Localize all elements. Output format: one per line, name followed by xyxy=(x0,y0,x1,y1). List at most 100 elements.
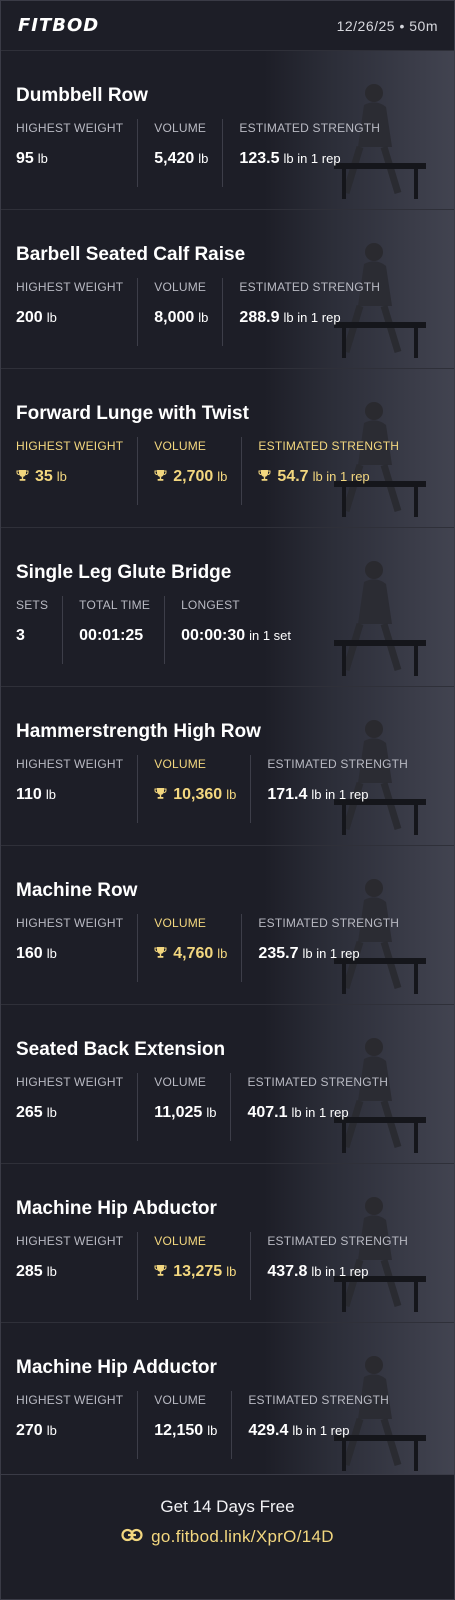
stat-value-row: 00:01:25 xyxy=(79,624,150,648)
stat-block: ESTIMATED STRENGTH 288.9 lb in 1 rep xyxy=(222,278,394,346)
stat-unit: lb in 1 rep xyxy=(302,946,360,961)
stat-value-row: 110 lb xyxy=(16,783,123,807)
stat-unit: lb xyxy=(207,1423,218,1438)
stat-unit: lb xyxy=(46,1105,57,1120)
stat-value: 437.8 xyxy=(267,1263,308,1280)
stat-label: ESTIMATED STRENGTH xyxy=(239,121,381,135)
stat-value: 270 xyxy=(16,1422,43,1439)
stat-value: 35 xyxy=(35,468,53,485)
stat-label: VOLUME xyxy=(154,1393,207,1407)
stat-value: 11,025 xyxy=(154,1104,203,1121)
fitbod-logo: FITBOD xyxy=(18,15,100,36)
stat-label: HIGHEST WEIGHT xyxy=(16,916,124,930)
stat-value: 3 xyxy=(16,627,25,644)
exercise-card[interactable]: Forward Lunge with Twist HIGHEST WEIGHT 35… xyxy=(1,369,454,528)
exercise-card[interactable]: Single Leg Glute Bridge SETS 3 TOTAL TIME 00… xyxy=(1,528,454,687)
stat-unit: lb xyxy=(226,1264,237,1279)
stat-value-row: 171.4 lb in 1 rep xyxy=(267,783,408,807)
stat-label: ESTIMATED STRENGTH xyxy=(267,1234,409,1248)
stat-value-row: 123.5 lb in 1 rep xyxy=(239,147,380,171)
promo-link-row[interactable]: go.fitbod.link/XprO/14D xyxy=(1,1527,454,1547)
stat-value-row: 2,700 lb xyxy=(154,465,227,489)
stat-label: ESTIMATED STRENGTH xyxy=(248,1393,390,1407)
stat-block: LONGEST 00:00:30 in 1 set xyxy=(164,596,305,664)
stat-value: 5,420 xyxy=(154,150,195,167)
stat-value: 12,150 xyxy=(154,1422,204,1439)
exercise-title: Barbell Seated Calf Raise xyxy=(16,244,246,265)
stat-unit: lb xyxy=(217,469,228,484)
stat-value-row: 35 lb xyxy=(16,465,123,489)
stat-label: HIGHEST WEIGHT xyxy=(16,1234,124,1248)
stat-value-row: 54.7 lb in 1 rep xyxy=(258,465,399,489)
stat-block: HIGHEST WEIGHT 95 lb xyxy=(16,119,137,187)
workout-date: 12/26/25 xyxy=(336,17,396,34)
exercise-stats: HIGHEST WEIGHT 35 lb VOLUME 2,700 lb ESTIMATED… xyxy=(16,437,454,505)
exercise-title: Dumbbell Row xyxy=(16,85,148,106)
promo-footer: Get 14 Days Free go.fitbod.link/XprO/14D xyxy=(1,1474,454,1599)
stat-label: HIGHEST WEIGHT xyxy=(16,757,124,771)
stat-value-row: 8,000 lb xyxy=(154,306,208,330)
stat-label: ESTIMATED STRENGTH xyxy=(239,280,381,294)
stat-value: 2,700 xyxy=(173,468,214,485)
exercise-card[interactable]: Dumbbell Row HIGHEST WEIGHT 95 lb VOLUME 5,42… xyxy=(1,51,454,210)
stat-block: HIGHEST WEIGHT 285 lb xyxy=(16,1232,137,1300)
exercise-card[interactable]: Machine Hip Abductor HIGHEST WEIGHT 285 lb V… xyxy=(1,1164,454,1323)
stat-value: 123.5 xyxy=(239,150,280,167)
promo-cta: Get 14 Days Free xyxy=(160,1497,295,1516)
stat-unit: lb xyxy=(217,946,228,961)
stat-unit: lb xyxy=(198,151,209,166)
exercise-card[interactable]: Machine Hip Adductor HIGHEST WEIGHT 270 lb V… xyxy=(1,1323,454,1482)
exercise-content: Barbell Seated Calf Raise HIGHEST WEIGHT 2… xyxy=(1,242,454,346)
stat-value-row: 10,360 lb xyxy=(154,783,236,807)
stat-value: 10,360 xyxy=(173,786,223,803)
stat-block: VOLUME 12,150 lb xyxy=(137,1391,231,1459)
exercise-stats: HIGHEST WEIGHT 110 lb VOLUME 10,360 lb ESTIMAT… xyxy=(16,755,454,823)
stat-label: VOLUME xyxy=(154,439,207,453)
stat-value-row: 288.9 lb in 1 rep xyxy=(239,306,380,330)
trophy-icon xyxy=(258,466,271,490)
stat-unit: lb xyxy=(206,1105,217,1120)
exercise-stats: HIGHEST WEIGHT 160 lb VOLUME 4,760 lb ESTIMATE… xyxy=(16,914,454,982)
stat-value-row: 407.1 lb in 1 rep xyxy=(247,1101,388,1125)
stat-label: VOLUME xyxy=(154,1075,207,1089)
stat-value-row: 3 xyxy=(16,624,48,648)
stat-block: ESTIMATED STRENGTH 171.4 lb in 1 rep xyxy=(250,755,422,823)
stat-unit: lb xyxy=(46,310,57,325)
header-bar: FITBOD 12/26/25 • 50m xyxy=(1,1,454,51)
stat-block: VOLUME 11,025 lb xyxy=(137,1073,230,1141)
stat-value: 429.4 xyxy=(248,1422,289,1439)
stat-value: 171.4 xyxy=(267,786,308,803)
exercise-card[interactable]: Barbell Seated Calf Raise HIGHEST WEIGHT 2… xyxy=(1,210,454,369)
stat-value: 95 xyxy=(16,150,34,167)
workout-meta: 12/26/25 • 50m xyxy=(337,18,438,34)
stat-block: ESTIMATED STRENGTH 429.4 lb in 1 rep xyxy=(231,1391,403,1459)
exercise-content: Forward Lunge with Twist HIGHEST WEIGHT 35… xyxy=(1,401,454,505)
trophy-icon xyxy=(154,1261,167,1285)
stat-label: TOTAL TIME xyxy=(79,598,151,612)
stat-unit: lb xyxy=(46,946,57,961)
stat-block: ESTIMATED STRENGTH 235.7 lb in 1 rep xyxy=(241,914,413,982)
stat-unit: lb in 1 rep xyxy=(283,151,341,166)
exercise-card[interactable]: Seated Back Extension HIGHEST WEIGHT 265 lb… xyxy=(1,1005,454,1164)
stat-unit: lb xyxy=(46,1423,57,1438)
exercise-title: Seated Back Extension xyxy=(16,1039,226,1060)
promo-link[interactable]: go.fitbod.link/XprO/14D xyxy=(151,1527,334,1547)
stat-unit: lb xyxy=(46,1264,57,1279)
stat-value-row: 00:00:30 in 1 set xyxy=(181,624,291,648)
stat-block: HIGHEST WEIGHT 110 lb xyxy=(16,755,137,823)
exercise-card[interactable]: Machine Row HIGHEST WEIGHT 160 lb VOLUME 4,76… xyxy=(1,846,454,1005)
exercise-card[interactable]: Hammerstrength High Row HIGHEST WEIGHT 110… xyxy=(1,687,454,846)
stat-value-row: 235.7 lb in 1 rep xyxy=(258,942,399,966)
stat-block: HIGHEST WEIGHT 265 lb xyxy=(16,1073,137,1141)
stat-block: VOLUME 5,420 lb xyxy=(137,119,222,187)
stat-value: 160 xyxy=(16,945,43,962)
stat-value-row: 12,150 lb xyxy=(154,1419,217,1443)
stat-value-row: 200 lb xyxy=(16,306,123,330)
exercise-content: Hammerstrength High Row HIGHEST WEIGHT 110… xyxy=(1,719,454,823)
exercise-content: Seated Back Extension HIGHEST WEIGHT 265 lb… xyxy=(1,1037,454,1141)
stat-unit: lb xyxy=(226,787,237,802)
stat-value-row: 429.4 lb in 1 rep xyxy=(248,1419,389,1443)
stat-block: ESTIMATED STRENGTH 123.5 lb in 1 rep xyxy=(222,119,394,187)
stat-value: 8,000 xyxy=(154,309,195,326)
stat-block: VOLUME 2,700 lb xyxy=(137,437,241,505)
